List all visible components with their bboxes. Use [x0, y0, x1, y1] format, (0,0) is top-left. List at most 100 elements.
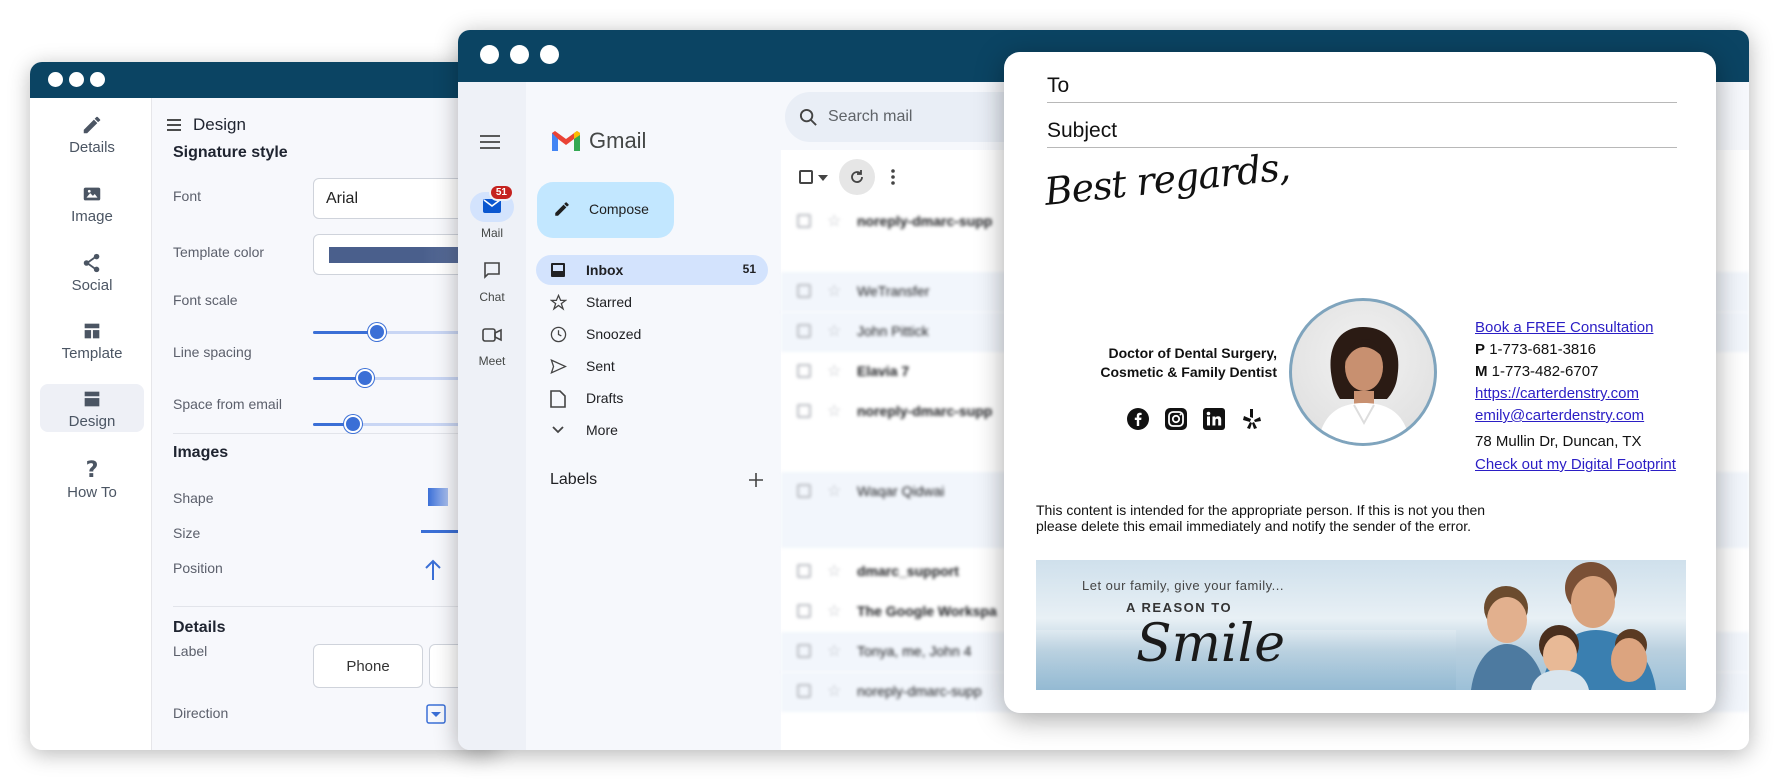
- shape-option[interactable]: [428, 488, 448, 506]
- label-phone-button[interactable]: Phone: [313, 644, 423, 688]
- disclaimer-line-2: please delete this email immediately and…: [1036, 518, 1472, 534]
- caret-down-icon[interactable]: [818, 175, 828, 181]
- position-label: Position: [173, 560, 223, 576]
- search-icon: [799, 108, 817, 126]
- slider-thumb[interactable]: [344, 415, 362, 433]
- window-control-dot[interactable]: [480, 45, 499, 64]
- font-label: Font: [173, 188, 202, 204]
- compose-card: To Subject Best regards, Doctor of Denta…: [1004, 52, 1716, 713]
- design-icon: [84, 391, 100, 407]
- hamburger-menu-icon[interactable]: [480, 134, 500, 150]
- chevron-down-icon: [552, 426, 564, 434]
- slider-thumb[interactable]: [356, 369, 374, 387]
- mail-sender: noreply-dmarc-supp: [857, 213, 993, 229]
- refresh-button[interactable]: [839, 159, 875, 195]
- folder-snoozed[interactable]: Snoozed: [536, 319, 768, 349]
- space-from-email-label: Space from email: [173, 396, 282, 412]
- folder-inbox[interactable]: Inbox 51: [536, 255, 768, 285]
- nav-details[interactable]: Details: [40, 110, 144, 158]
- window-control-dot[interactable]: [48, 72, 63, 87]
- clock-icon: [550, 326, 567, 343]
- gmail-sidebar: Gmail Compose Inbox 51 Starred Snoozed S…: [526, 82, 781, 750]
- folder-label: More: [586, 422, 618, 438]
- add-label-icon[interactable]: [749, 473, 763, 487]
- folder-label: Sent: [586, 358, 615, 374]
- nav-image[interactable]: Image: [40, 179, 144, 227]
- avatar-portrait: [1318, 327, 1410, 443]
- to-label: To: [1047, 74, 1070, 97]
- signature-style-title: Signature style: [173, 144, 288, 161]
- more-vert-icon[interactable]: [891, 169, 895, 185]
- rail-label: Meet: [478, 354, 506, 368]
- mail-icon: [483, 199, 501, 213]
- folder-label: Starred: [586, 294, 632, 310]
- window-control-dot[interactable]: [540, 45, 559, 64]
- mail-sender: Elavia 7: [857, 363, 910, 379]
- pencil-icon: [555, 202, 569, 216]
- label-phone-text: Phone: [346, 658, 390, 675]
- compose-button[interactable]: Compose: [537, 182, 674, 238]
- window-control-dot[interactable]: [69, 72, 84, 87]
- instagram-icon[interactable]: [1164, 407, 1188, 431]
- email-link[interactable]: emily@carterdenstry.com: [1475, 407, 1644, 424]
- title-line-1: Doctor of Dental Surgery,: [1108, 345, 1277, 361]
- meet-icon-wrap: [470, 320, 514, 350]
- linkedin-icon[interactable]: [1202, 407, 1226, 431]
- rail-meet[interactable]: Meet: [466, 320, 518, 368]
- nav-label: Details: [69, 139, 115, 156]
- to-field[interactable]: To: [1047, 74, 1677, 103]
- slider-thumb[interactable]: [368, 323, 386, 341]
- nav-template[interactable]: Template: [40, 316, 144, 364]
- rail-chat[interactable]: Chat: [466, 256, 518, 304]
- rail-label: Chat: [479, 290, 505, 304]
- folder-sent[interactable]: Sent: [536, 351, 768, 381]
- yelp-icon[interactable]: [1240, 407, 1264, 431]
- label-label: Label: [173, 643, 208, 659]
- mail-sender: John Pittick: [857, 323, 929, 339]
- nav-label: Design: [68, 413, 116, 430]
- nav-label: How To: [67, 484, 117, 501]
- font-scale-label: Font scale: [173, 292, 238, 308]
- font-select-value: Arial: [326, 190, 359, 207]
- nav-label: Template: [61, 345, 123, 362]
- menu-icon[interactable]: [166, 118, 182, 132]
- facebook-icon[interactable]: [1126, 407, 1150, 431]
- rail-mail[interactable]: 51 Mail: [466, 184, 518, 240]
- website-link[interactable]: https://carterdenstry.com: [1475, 385, 1639, 402]
- book-consultation-link[interactable]: Book a FREE Consultation: [1475, 319, 1653, 336]
- mail-sender: noreply-dmarc-supp: [857, 403, 993, 419]
- draft-icon: [550, 390, 566, 408]
- window-control-dot[interactable]: [510, 45, 529, 64]
- arrow-up-icon[interactable]: [423, 558, 443, 582]
- folder-drafts[interactable]: Drafts: [536, 383, 768, 413]
- folder-label: Drafts: [586, 390, 624, 406]
- phone-number: 1-773-681-3816: [1489, 341, 1596, 358]
- nav-how-to[interactable]: ? How To: [40, 453, 144, 501]
- direction-dropdown-icon[interactable]: [426, 704, 446, 724]
- size-label: Size: [173, 525, 201, 541]
- folder-count: 51: [742, 262, 756, 276]
- size-slider[interactable]: [421, 530, 461, 533]
- shape-label: Shape: [173, 490, 214, 506]
- select-all-checkbox[interactable]: [799, 170, 813, 184]
- nav-design[interactable]: Design: [40, 384, 144, 432]
- subject-field[interactable]: Subject: [1047, 119, 1677, 148]
- mail-sender: noreply-dmarc-supp: [857, 683, 982, 699]
- refresh-icon: [851, 170, 863, 183]
- share-icon: [83, 253, 100, 273]
- editor-titlebar: [30, 62, 500, 98]
- folder-starred[interactable]: Starred: [536, 287, 768, 317]
- digital-footprint-link[interactable]: Check out my Digital Footprint: [1475, 456, 1676, 473]
- mobile-line: M 1-773-482-6707: [1475, 363, 1598, 380]
- folder-more[interactable]: More: [536, 415, 768, 445]
- mail-sender: Waqar Qidwai: [857, 483, 945, 499]
- nav-social[interactable]: Social: [40, 248, 144, 296]
- template-icon: [84, 323, 100, 339]
- line-spacing-label: Line spacing: [173, 344, 252, 360]
- compose-label: Compose: [589, 201, 649, 217]
- window-control-dot[interactable]: [90, 72, 105, 87]
- gmail-logo-icon: [552, 131, 580, 151]
- banner-smile-text: Smile: [1136, 614, 1285, 674]
- smile-banner[interactable]: Let our family, give your family... A RE…: [1036, 560, 1686, 690]
- editor-header-title: Design: [193, 115, 246, 134]
